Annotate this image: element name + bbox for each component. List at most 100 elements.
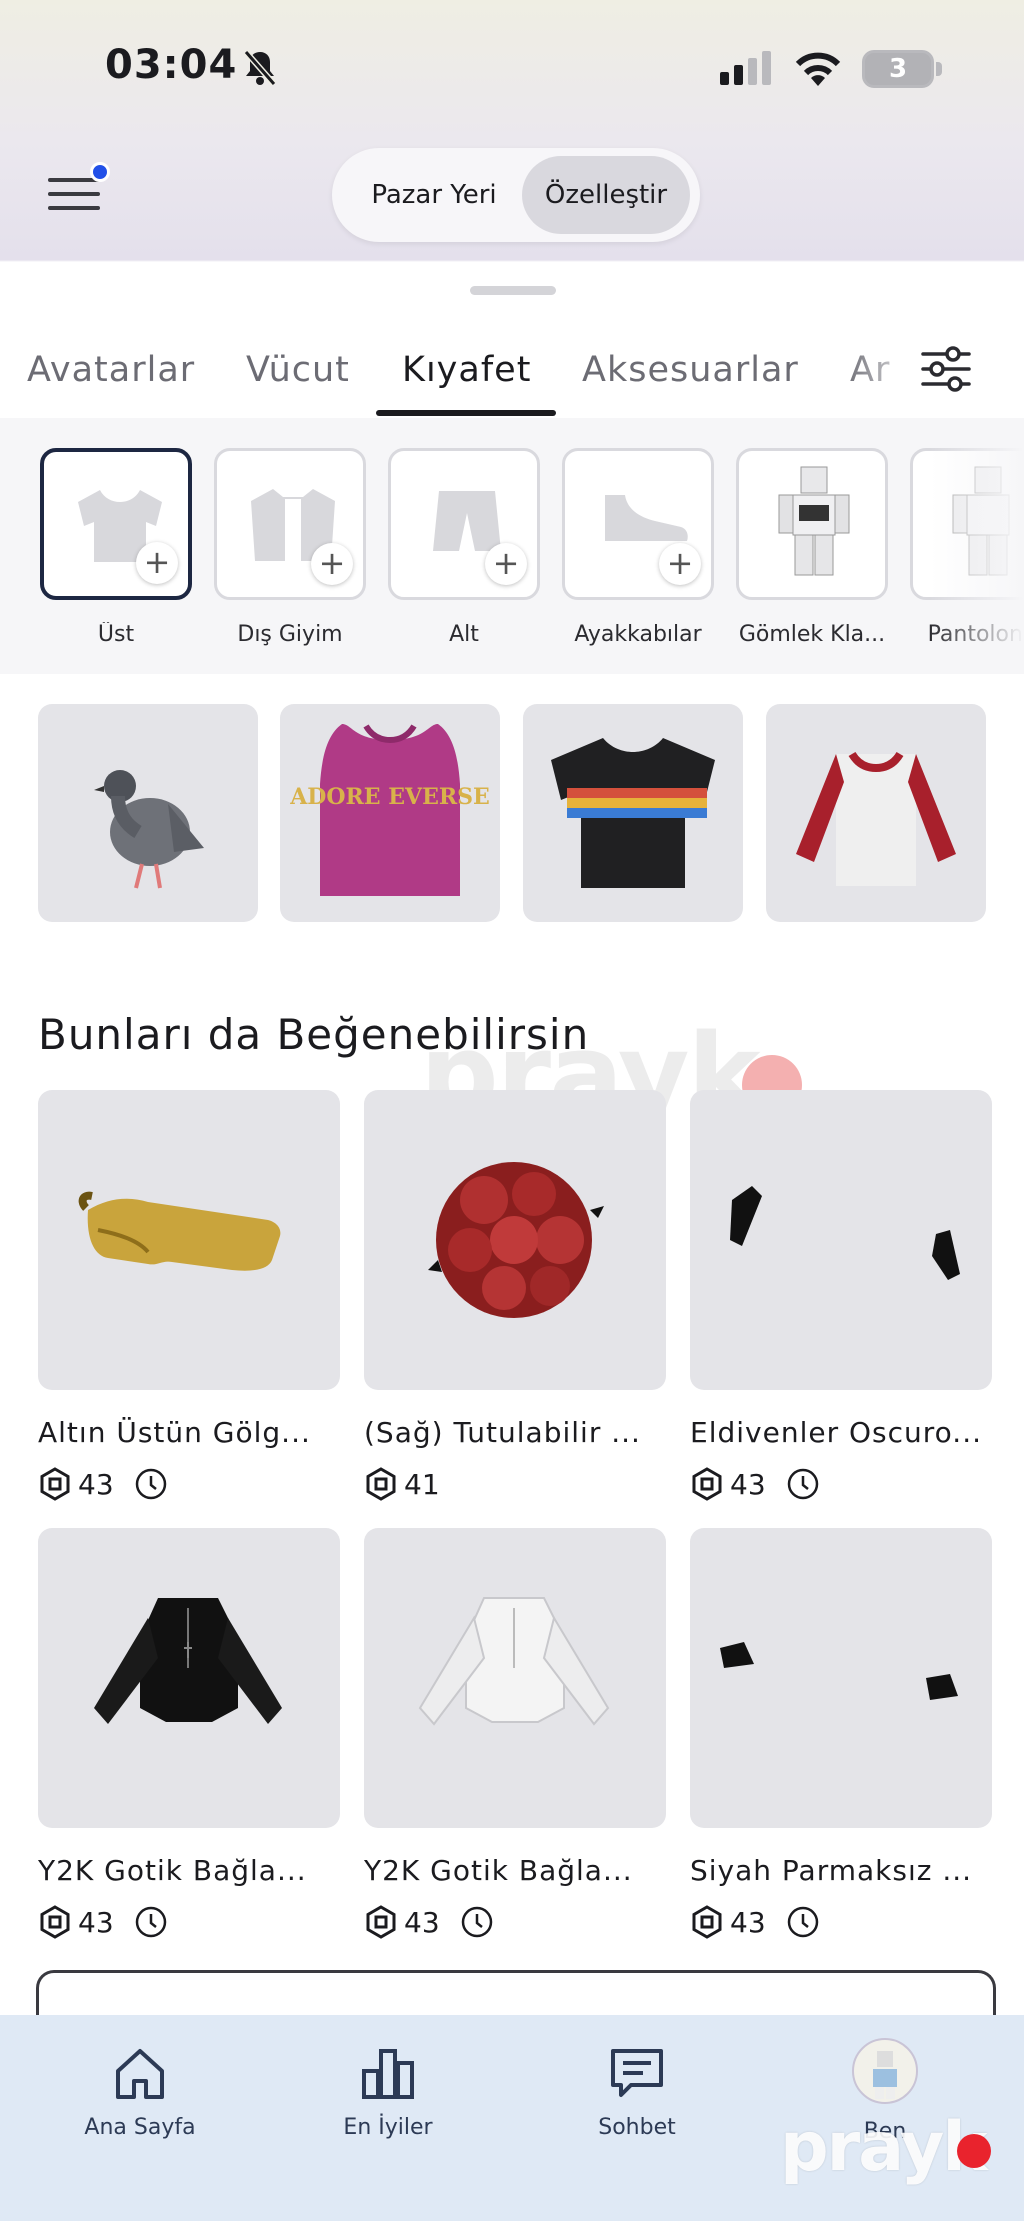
tshirt-image: [551, 738, 715, 888]
add-icon[interactable]: +: [659, 543, 701, 585]
category-bottoms[interactable]: + Alt: [388, 448, 540, 647]
nav-home[interactable]: Ana Sayfa: [60, 2045, 220, 2140]
item-price: 43: [730, 1467, 766, 1501]
bell-muted-icon: [243, 50, 277, 86]
watermark-logo-dot: [957, 2134, 991, 2168]
sheet-drag-handle[interactable]: [470, 286, 556, 295]
home-icon: [116, 2049, 164, 2099]
robux-icon: [40, 1905, 70, 1939]
category-label: Üst: [97, 622, 135, 647]
item-card[interactable]: Y2K Gotik Bağla... 43: [364, 1528, 666, 1941]
segment-customize[interactable]: Özelleştir: [522, 156, 690, 234]
item-name: Altın Üstün Gölg...: [38, 1416, 311, 1449]
item-price: 41: [404, 1467, 440, 1501]
fingerless-gloves-image: [720, 1642, 958, 1700]
sneaker-icon: [605, 495, 688, 541]
item-name: (Sağ) Tutulabilir ...: [364, 1416, 641, 1449]
category-fade: [930, 418, 1024, 674]
tab-body[interactable]: Vücut: [246, 350, 350, 390]
item-thumbnail[interactable]: [38, 1528, 340, 1828]
cellular-signal-icon: [720, 51, 771, 85]
clock-icon: [787, 1906, 818, 1938]
battery-tip: [936, 62, 942, 76]
menu-button[interactable]: [48, 162, 110, 216]
nav-charts[interactable]: En İyiler: [308, 2045, 468, 2140]
pigeon-image: [94, 770, 204, 889]
gothic-top-black-image: [94, 1598, 282, 1724]
tab-fade: [845, 340, 925, 410]
item-card[interactable]: Siyah Parmaksız ... 43: [690, 1528, 992, 1941]
add-icon[interactable]: +: [485, 543, 527, 585]
chart-icon: [362, 2049, 414, 2099]
status-time: 03:04: [105, 42, 238, 88]
category-shoes[interactable]: + Ayakkabılar: [562, 448, 714, 647]
item-name: Y2K Gotik Bağla...: [364, 1854, 633, 1887]
item-name: Y2K Gotik Bağla...: [38, 1854, 307, 1887]
wearing-item-tshirt[interactable]: [523, 704, 743, 922]
clock-icon: [787, 1468, 818, 1500]
status-bar: 03:04 3: [0, 0, 1024, 140]
gothic-top-white-image: [418, 1597, 610, 1726]
category-tops[interactable]: + Üst: [40, 448, 192, 647]
gloves-image: [730, 1186, 960, 1280]
category-label: Alt: [449, 622, 479, 647]
add-icon[interactable]: +: [311, 543, 353, 585]
nav-chat[interactable]: Sohbet: [557, 2045, 717, 2140]
tab-accessories[interactable]: Aksesuarlar: [582, 350, 799, 390]
tab-avatars[interactable]: Avatarlar: [27, 350, 195, 390]
category-label: Gömlek Kla...: [738, 622, 886, 647]
robux-icon: [366, 1905, 396, 1939]
category-label: Dış Giyim: [237, 622, 343, 647]
nav-chat-label: Sohbet: [598, 2115, 676, 2140]
active-tab-indicator: [376, 410, 556, 416]
item-price: 43: [730, 1905, 766, 1939]
nav-home-label: Ana Sayfa: [84, 2115, 196, 2140]
wearing-item-raglan[interactable]: [766, 704, 986, 922]
wearing-item-pigeon[interactable]: [38, 704, 258, 922]
item-card[interactable]: Y2K Gotik Bağla... 43: [38, 1528, 340, 1941]
avatar: [852, 2038, 918, 2104]
pants-icon: [433, 491, 501, 551]
tank-top-text: ADORE EVERSE: [289, 784, 490, 810]
item-card[interactable]: Altın Üstün Gölg... 43: [38, 1090, 340, 1503]
tab-clothing[interactable]: Kıyafet: [402, 350, 531, 390]
item-name: Eldivenler Oscuro...: [690, 1416, 982, 1449]
add-icon[interactable]: +: [136, 542, 178, 584]
battery-indicator: 3: [862, 50, 934, 88]
item-name: Siyah Parmaksız ...: [690, 1854, 973, 1887]
item-thumbnail[interactable]: [690, 1090, 992, 1390]
robux-icon: [692, 1905, 722, 1939]
category-label: Ayakkabılar: [574, 622, 702, 647]
item-price: 43: [78, 1905, 114, 1939]
rose-bouquet-image: [428, 1162, 604, 1318]
robux-icon: [366, 1467, 396, 1501]
robux-icon: [40, 1467, 70, 1501]
nav-charts-label: En İyiler: [343, 2115, 433, 2140]
raglan-shirt-image: [796, 751, 956, 886]
clock-icon: [135, 1468, 166, 1500]
item-card[interactable]: (Sağ) Tutulabilir ... 41: [364, 1090, 666, 1503]
item-thumbnail[interactable]: [690, 1528, 992, 1828]
shirt-icon: [78, 490, 162, 562]
wifi-icon: [795, 52, 841, 86]
category-classic-shirts[interactable]: Gömlek Kla...: [736, 448, 888, 647]
item-price: 43: [404, 1905, 440, 1939]
notification-dot: [90, 162, 110, 182]
item-card[interactable]: Eldivenler Oscuro... 43: [690, 1090, 992, 1503]
filter-settings-icon[interactable]: [920, 344, 972, 394]
marketplace-customize-toggle: Pazar Yeri Özelleştir: [332, 148, 700, 242]
chat-icon: [611, 2049, 663, 2097]
tank-top-image: ADORE EVERSE: [289, 724, 490, 896]
item-thumbnail[interactable]: [38, 1090, 340, 1390]
category-outerwear[interactable]: + Dış Giyim: [214, 448, 366, 647]
item-thumbnail[interactable]: [364, 1528, 666, 1828]
jacket-icon: [251, 489, 335, 561]
battery-level: 3: [888, 54, 908, 84]
robux-icon: [692, 1467, 722, 1501]
segment-marketplace[interactable]: Pazar Yeri: [344, 156, 524, 234]
clothing-category-strip: + Üst + Dış Giyim + Alt + Ayakkabılar Gö…: [0, 418, 1024, 674]
item-thumbnail[interactable]: [364, 1090, 666, 1390]
watermark-logo: prayk: [780, 2108, 988, 2187]
wearing-item-tank-top[interactable]: ADORE EVERSE: [280, 704, 500, 922]
sunglasses-image: [78, 1191, 281, 1271]
